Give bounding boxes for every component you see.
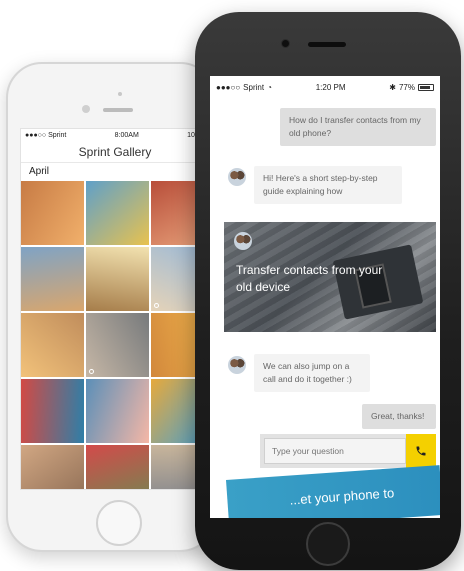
photo-kayak[interactable] (21, 379, 84, 443)
card-title: Transfer contacts from your old device (236, 263, 383, 294)
agent-message-text: Hi! Here's a short step-by-step guide ex… (263, 173, 378, 196)
front-camera (82, 105, 90, 113)
agent-avatar (234, 232, 252, 250)
video-badge-icon (89, 369, 94, 374)
user-message-text: How do I transfer contacts from my old p… (289, 115, 421, 138)
photo-grid (21, 181, 209, 489)
video-badge-icon (154, 303, 159, 308)
clock: 8:00AM (114, 131, 139, 139)
phone-icon (416, 446, 426, 456)
carrier-label: Sprint (48, 131, 67, 139)
bluetooth-icon: ✱ (389, 82, 396, 92)
call-button[interactable] (406, 434, 436, 468)
photo-father-son[interactable] (86, 313, 149, 377)
white-phone: ●●●○○ Sprint 8:00AM 100% Sprint Gallery … (6, 62, 216, 552)
home-button[interactable] (306, 522, 350, 566)
agent-avatar (228, 168, 246, 186)
marketing-composite: ●●●○○ Sprint 8:00AM 100% Sprint Gallery … (0, 0, 464, 571)
photo-white-dog[interactable] (21, 313, 84, 377)
photo-hikers[interactable] (86, 247, 149, 311)
agent-message-bubble: Hi! Here's a short step-by-step guide ex… (254, 166, 402, 204)
month-header: April (29, 166, 50, 177)
signal-icon: ●●●○○ (25, 131, 47, 139)
agent-message-bubble: We can also jump on a call and do it tog… (254, 354, 370, 392)
signal-icon: ●●●○○ (216, 82, 241, 92)
user-message-bubble: Great, thanks! (362, 404, 436, 429)
agent-avatar (228, 356, 246, 374)
black-phone: ●●●○○ Sprint ◔ 1:20 PM ✱ 77% How do I tr… (195, 12, 461, 570)
photo-pool-party[interactable] (86, 379, 149, 443)
photo-bulldog[interactable] (86, 181, 149, 245)
user-message-bubble: How do I transfer contacts from my old p… (280, 108, 436, 146)
gallery-screen: ●●●○○ Sprint 8:00AM 100% Sprint Gallery … (20, 128, 210, 490)
photo-mountain-jump[interactable] (21, 247, 84, 311)
home-button[interactable] (96, 500, 142, 546)
message-composer (260, 434, 436, 468)
guide-card[interactable]: Transfer contacts from your old device (224, 222, 436, 332)
front-camera (281, 39, 290, 48)
page-title: Sprint Gallery (21, 141, 209, 163)
carrier-label: Sprint (243, 82, 265, 92)
question-input[interactable] (264, 438, 406, 464)
earpiece-speaker (103, 108, 133, 112)
status-bar: ●●●○○ Sprint ◔ 1:20 PM ✱ 77% (210, 76, 440, 98)
agent-message-text: We can also jump on a call and do it tog… (263, 361, 352, 384)
chat-screen: ●●●○○ Sprint ◔ 1:20 PM ✱ 77% How do I tr… (210, 76, 440, 518)
clock: 1:20 PM (315, 82, 346, 92)
battery-label: 77% (398, 82, 415, 92)
earpiece-speaker (308, 42, 346, 47)
battery-icon (418, 83, 434, 91)
status-bar: ●●●○○ Sprint 8:00AM 100% (21, 129, 209, 141)
wifi-icon: ◔ (267, 82, 272, 92)
promo-banner[interactable]: ...et your phone to (226, 465, 440, 518)
user-message-text: Great, thanks! (371, 411, 425, 421)
photo-bubbles-girl[interactable] (21, 181, 84, 245)
photo-group-selfie[interactable] (21, 445, 84, 489)
photo-watermelon[interactable] (86, 445, 149, 489)
